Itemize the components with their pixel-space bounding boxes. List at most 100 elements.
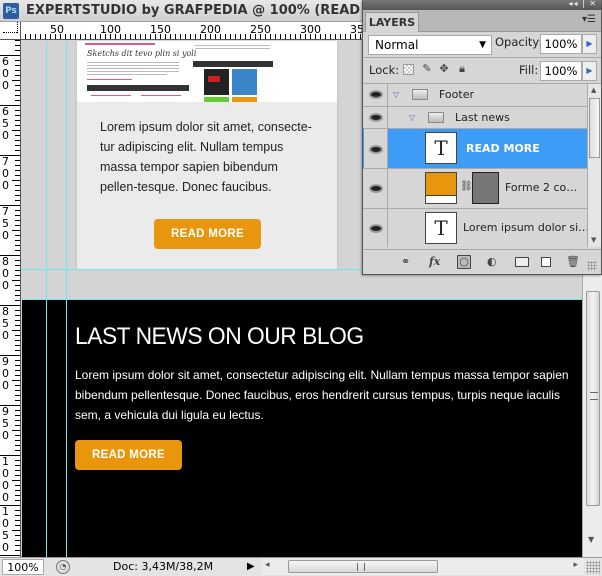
document-size-info: Doc: 3,43M/38,2M xyxy=(113,560,214,573)
ruler-tick xyxy=(15,425,20,426)
blend-mode-select[interactable]: Normal ▼ xyxy=(368,35,492,55)
ruler-tick xyxy=(15,275,20,276)
ruler-label: 1000 xyxy=(2,455,9,504)
guide-horizontal[interactable] xyxy=(22,299,582,300)
zoom-level-field[interactable]: 100% xyxy=(2,559,44,575)
layers-scrollbar[interactable]: ▲ ▼ xyxy=(587,84,601,247)
layer-row-last-news[interactable]: ▽ Last news xyxy=(363,107,587,129)
tab-layers[interactable]: LAYERS xyxy=(365,12,419,32)
panel-menu-icon[interactable]: ▾☰ xyxy=(582,14,596,25)
mask-link-chain-icon[interactable]: ⛓ xyxy=(460,181,473,192)
ruler-tick xyxy=(235,34,236,39)
visibility-eye-icon[interactable] xyxy=(364,209,388,247)
layers-scroll-thumb[interactable] xyxy=(589,98,600,158)
opacity-input[interactable]: 100% xyxy=(540,34,582,54)
layer-row-forme-2[interactable]: ⛓ Forme 2 co… xyxy=(363,169,587,209)
footer-read-more-button[interactable]: READ MORE xyxy=(75,440,182,470)
ruler-tick xyxy=(15,385,20,386)
layer-name: Forme 2 co… xyxy=(505,181,578,194)
ruler-tick xyxy=(190,34,191,39)
ruler-tick xyxy=(15,85,20,86)
new-group-icon[interactable] xyxy=(515,257,529,267)
scroll-down-arrow-icon[interactable]: ▼ xyxy=(588,535,594,544)
ruler-tick xyxy=(35,34,36,39)
new-layer-icon[interactable] xyxy=(541,257,551,267)
ruler-label: 100 xyxy=(100,23,121,36)
visibility-eye-icon[interactable] xyxy=(364,84,388,106)
scroll-left-arrow-icon[interactable]: ◂ xyxy=(265,560,270,570)
ruler-tick xyxy=(15,395,20,396)
add-mask-icon[interactable]: ○ xyxy=(457,255,471,269)
ruler-tick xyxy=(15,410,20,411)
ruler-tick xyxy=(15,500,20,501)
ruler-tick xyxy=(325,34,326,39)
panel-resize-grip-icon[interactable] xyxy=(587,261,597,271)
opacity-slider-arrow-icon[interactable]: ▶ xyxy=(582,34,597,54)
ruler-tick xyxy=(15,320,20,321)
fill-slider-arrow-icon[interactable]: ▶ xyxy=(582,61,597,81)
fill-input[interactable]: 100% xyxy=(540,61,582,81)
ruler-tick xyxy=(15,485,20,486)
ruler-tick xyxy=(15,525,20,526)
horizontal-scrollbar[interactable]: ◂ ▸ xyxy=(262,559,584,575)
lock-pixels-brush-icon[interactable]: ✎ xyxy=(421,63,433,75)
ruler-tick xyxy=(245,34,246,39)
expand-triangle-icon[interactable]: ▽ xyxy=(393,90,399,99)
ruler-origin[interactable] xyxy=(0,22,21,40)
ruler-tick xyxy=(15,270,20,271)
delete-layer-icon[interactable]: 🗑︎ xyxy=(566,255,580,269)
status-menu-arrow-icon[interactable]: ▶ xyxy=(247,561,255,572)
fx-icon[interactable]: fx xyxy=(429,255,440,269)
folder-icon xyxy=(428,112,444,123)
ruler-tick xyxy=(15,90,20,91)
vertical-scroll-thumb[interactable] xyxy=(586,291,600,506)
card-read-more-button[interactable]: READ MORE xyxy=(154,219,261,249)
lock-position-move-icon[interactable]: ✥ xyxy=(438,63,450,75)
ruler-tick xyxy=(80,34,81,39)
lock-transparency-icon[interactable] xyxy=(403,64,414,75)
ruler-tick xyxy=(135,34,136,39)
ruler-tick xyxy=(240,34,241,39)
ruler-tick xyxy=(15,170,20,171)
horizontal-scroll-thumb[interactable] xyxy=(288,560,438,573)
resize-grip-icon[interactable] xyxy=(586,561,600,574)
ruler-tick xyxy=(15,190,20,191)
ruler-tick xyxy=(15,475,20,476)
lock-all-padlock-icon[interactable]: 🔒︎ xyxy=(456,63,468,75)
shape-fill-thumbnail-icon xyxy=(425,172,457,204)
panel-header[interactable]: ◂◂ | ✕ xyxy=(363,0,601,10)
ruler-tick xyxy=(330,34,331,39)
panel-collapse-close-icon[interactable]: ◂◂ | ✕ xyxy=(568,0,597,8)
layer-row-lorem-ipsum[interactable]: T Lorem ipsum dolor si… xyxy=(363,209,587,247)
ruler-tick xyxy=(195,34,196,39)
ruler-tick xyxy=(15,340,20,341)
ruler-label: 900 xyxy=(2,355,9,392)
status-bar: 100% ◔ Doc: 3,43M/38,2M ▶ ◂ ▸ xyxy=(0,557,602,576)
layer-row-read-more[interactable]: T READ MORE xyxy=(363,129,587,169)
ruler-tick xyxy=(15,75,20,76)
ruler-tick xyxy=(12,430,20,431)
vertical-ruler[interactable]: 600 650 700 750 800 850 900 950 1000 1050 xyxy=(0,40,21,557)
adjustment-layer-icon[interactable]: ◐ xyxy=(487,255,497,269)
ruler-label: 700 xyxy=(2,155,9,192)
scroll-down-arrow-icon[interactable]: ▼ xyxy=(591,236,596,244)
ruler-tick xyxy=(15,165,20,166)
visibility-eye-icon[interactable] xyxy=(364,107,388,128)
scroll-right-arrow-icon[interactable]: ▸ xyxy=(573,560,578,570)
ruler-tick xyxy=(15,100,20,101)
expand-triangle-icon[interactable]: ▽ xyxy=(409,113,415,122)
scroll-up-arrow-icon[interactable]: ▲ xyxy=(591,86,596,94)
ruler-tick xyxy=(15,550,20,551)
photoshop-logo-icon: Ps xyxy=(3,3,19,19)
ruler-tick xyxy=(15,350,20,351)
layer-row-footer[interactable]: ▽ Footer xyxy=(363,84,587,107)
visibility-eye-icon[interactable] xyxy=(364,169,388,208)
visibility-eye-icon[interactable] xyxy=(364,129,388,168)
status-info-icon[interactable]: ◔ xyxy=(56,560,70,574)
link-layers-icon[interactable]: ⚭ xyxy=(401,255,410,269)
ruler-tick xyxy=(15,45,20,46)
ruler-tick xyxy=(30,34,31,39)
ruler-label: 950 xyxy=(2,405,9,442)
ruler-tick xyxy=(15,540,20,541)
ruler-tick xyxy=(12,330,20,331)
